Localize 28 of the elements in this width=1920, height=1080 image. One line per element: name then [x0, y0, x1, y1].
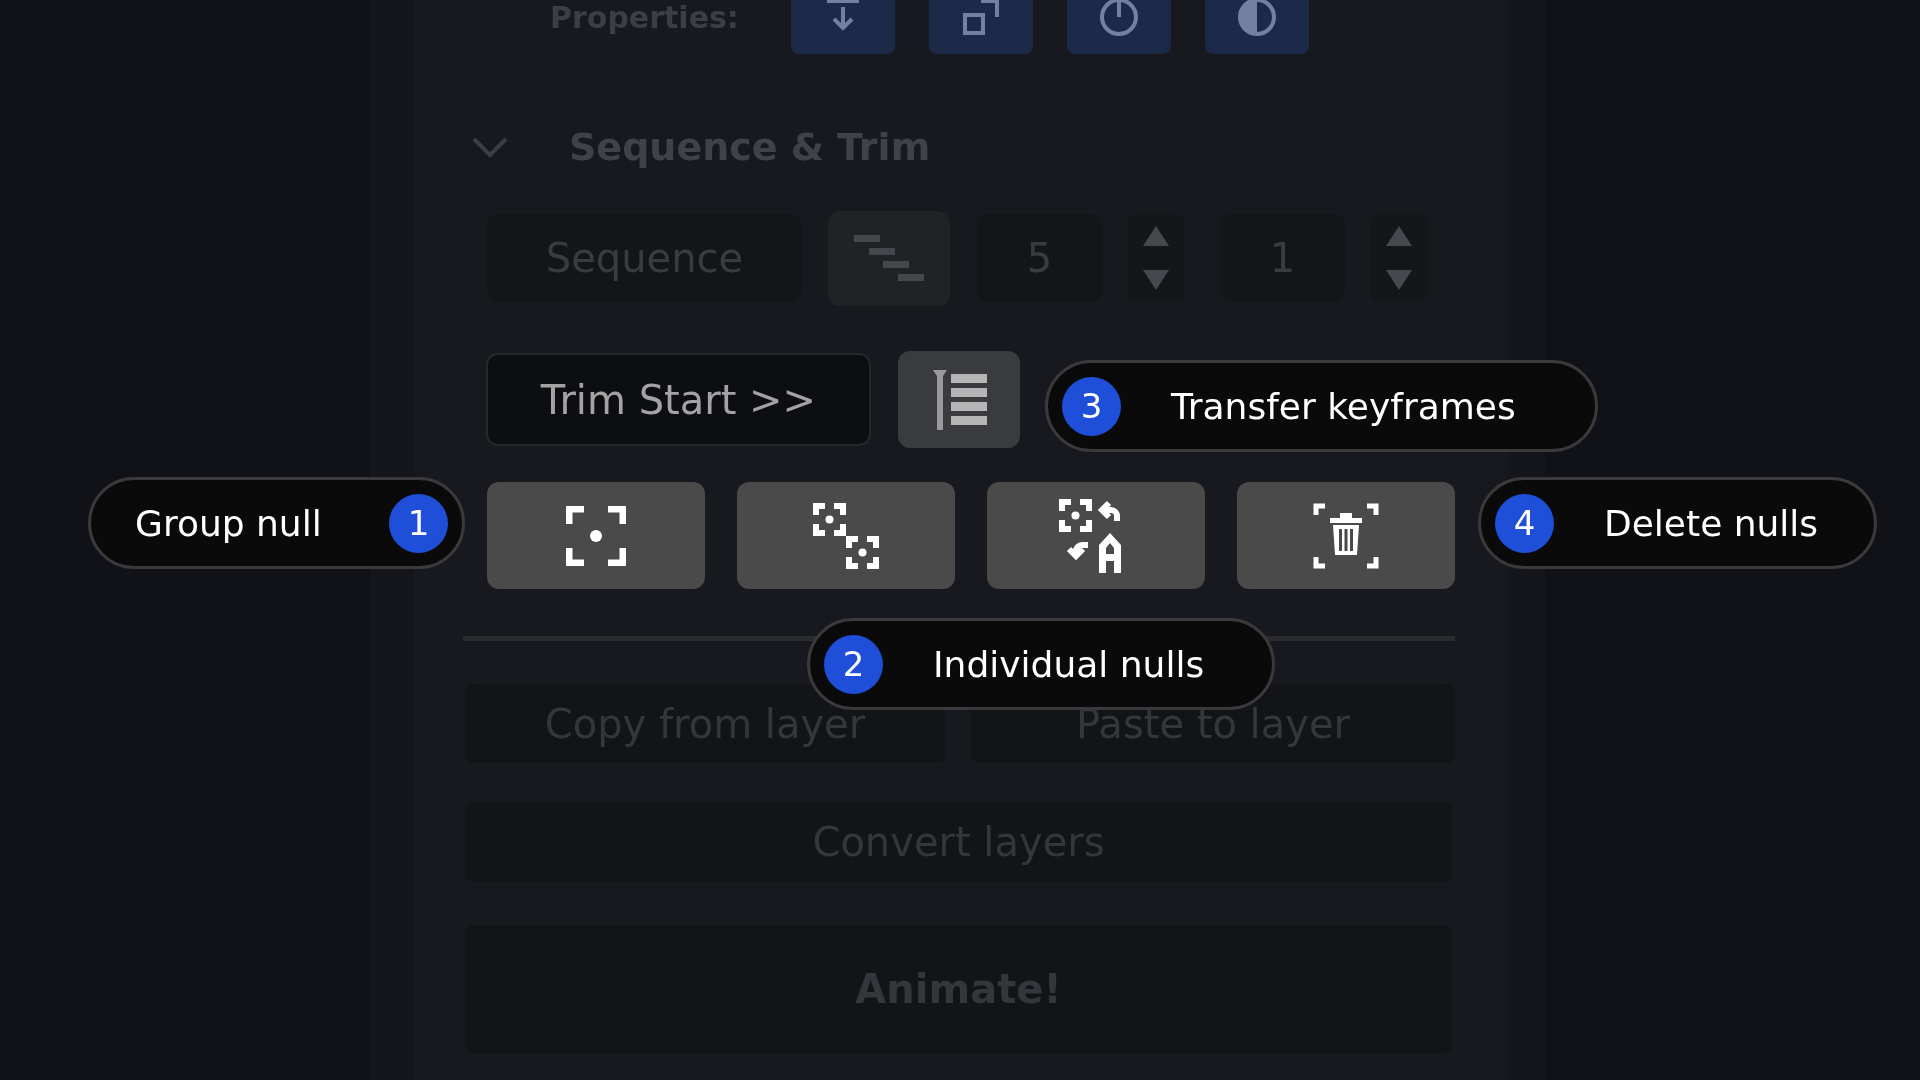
- property-button[interactable]: [928, 0, 1033, 54]
- up-arrow-icon[interactable]: [1384, 224, 1414, 248]
- trash-icon: [1313, 502, 1379, 569]
- individual-nulls-button[interactable]: [737, 482, 955, 589]
- spinner[interactable]: [1370, 214, 1428, 302]
- align-button[interactable]: [898, 351, 1020, 448]
- callout-text: Transfer keyframes: [1171, 385, 1516, 427]
- trim-start-button[interactable]: Trim Start >>: [486, 353, 871, 446]
- number-badge: 2: [824, 634, 883, 694]
- focus-icon: [566, 505, 626, 566]
- callout-text: Group null: [135, 502, 322, 544]
- transfer-keyframes-button[interactable]: [987, 482, 1205, 589]
- delete-nulls-button[interactable]: [1237, 482, 1455, 589]
- group-null-button[interactable]: [487, 482, 705, 589]
- focus-pair-icon: [813, 502, 879, 569]
- stagger-icon: [854, 233, 924, 283]
- number-badge: 3: [1062, 376, 1121, 436]
- down-arrow-icon[interactable]: [1141, 268, 1171, 292]
- number-badge: 4: [1495, 493, 1554, 553]
- callout-text: Individual nulls: [933, 643, 1205, 685]
- property-button[interactable]: [790, 0, 895, 54]
- callout-text: Delete nulls: [1604, 502, 1819, 544]
- property-button[interactable]: [1066, 0, 1171, 54]
- number-badge: 1: [389, 493, 448, 553]
- spinner[interactable]: [1127, 214, 1185, 302]
- up-arrow-icon[interactable]: [1141, 224, 1171, 248]
- down-arrow-icon[interactable]: [1384, 268, 1414, 292]
- property-button[interactable]: [1204, 0, 1309, 54]
